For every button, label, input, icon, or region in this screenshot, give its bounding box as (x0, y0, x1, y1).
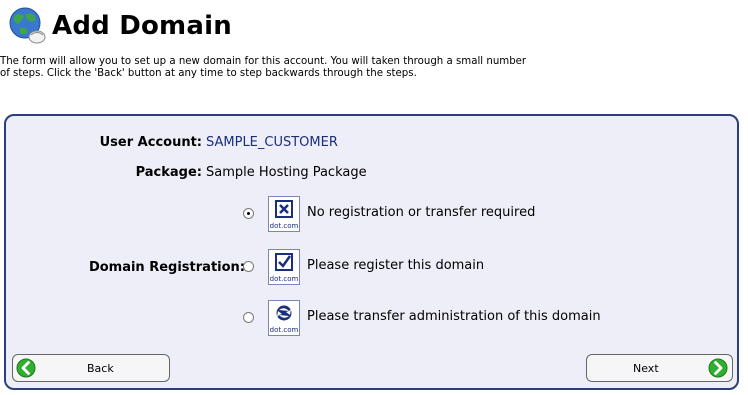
transfer-domain-icon: dot.com (268, 300, 300, 336)
intro-line-2: of steps. Click the 'Back' button at any… (0, 68, 417, 79)
user-account-label: User Account: (99, 135, 202, 150)
back-arrow-icon (16, 358, 36, 378)
package-value: Sample Hosting Package (206, 165, 367, 180)
domain-registration-label: Domain Registration: (88, 260, 245, 275)
back-button[interactable]: Back (12, 354, 170, 382)
radio-register-domain[interactable] (243, 261, 254, 272)
package-label: Package: (135, 165, 202, 180)
intro-line-1: The form will allow you to set up a new … (0, 56, 527, 67)
radio-transfer-domain[interactable] (243, 312, 254, 323)
next-button-label: Next (633, 362, 659, 375)
no-registration-icon: dot.com (268, 196, 300, 232)
page-title: Add Domain (52, 11, 232, 41)
next-arrow-icon (708, 358, 728, 378)
add-domain-form-panel: User Account: SAMPLE_CUSTOMER Package: S… (4, 114, 739, 390)
user-account-value: SAMPLE_CUSTOMER (206, 135, 338, 150)
option-transfer-domain-label: Please transfer administration of this d… (307, 309, 601, 324)
option-register-domain-label: Please register this domain (307, 258, 485, 273)
back-button-label: Back (87, 362, 114, 375)
next-button[interactable]: Next (586, 354, 733, 382)
option-no-registration-label: No registration or transfer required (307, 205, 536, 220)
page-header: Add Domain (8, 4, 232, 48)
radio-no-registration[interactable] (243, 208, 254, 219)
globe-icon (8, 6, 48, 46)
register-domain-icon: dot.com (268, 249, 300, 285)
intro-text: The form will allow you to set up a new … (0, 56, 748, 80)
